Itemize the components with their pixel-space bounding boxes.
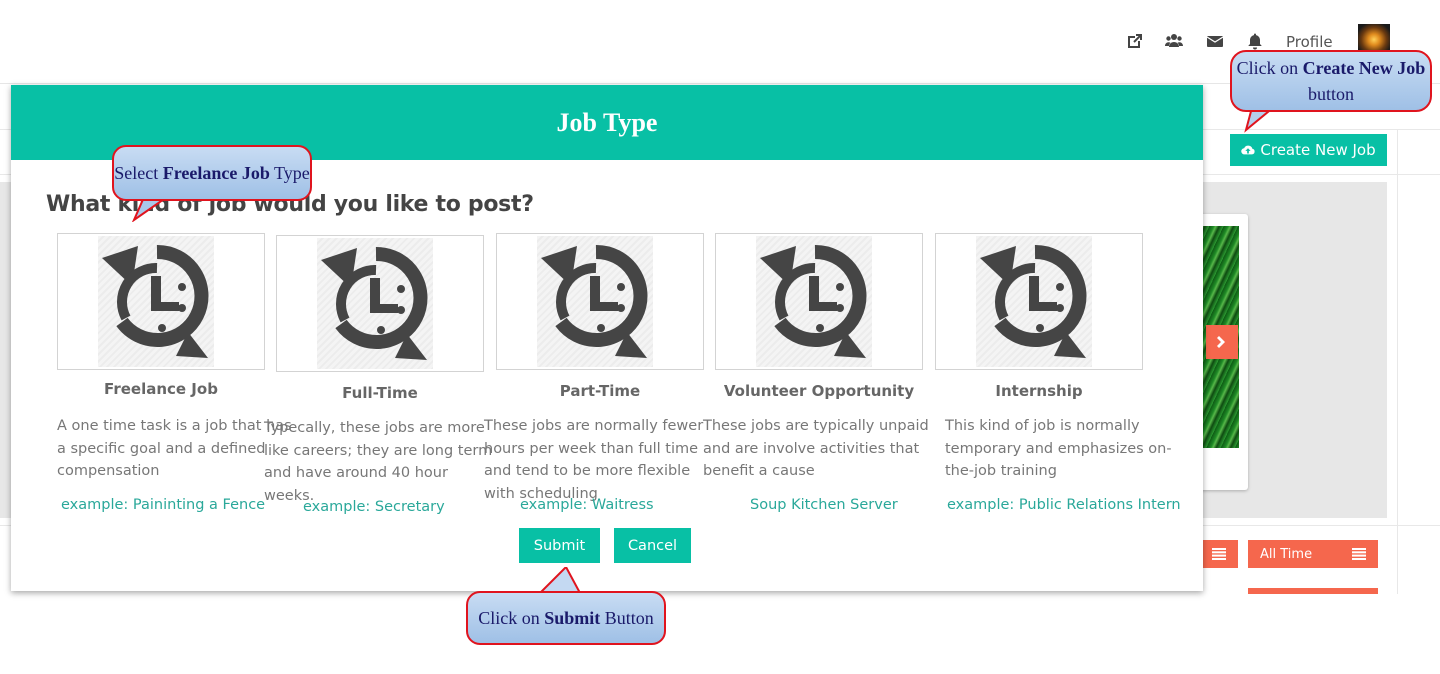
job-type-thumbnail[interactable] <box>496 233 704 370</box>
clock-refresh-icon <box>541 244 648 358</box>
job-type-title: Volunteer Opportunity <box>723 382 915 400</box>
create-new-job-button[interactable]: Create New Job <box>1230 134 1387 166</box>
carousel-next-button[interactable] <box>1206 325 1238 359</box>
filter-dropdown-partial[interactable] <box>1198 540 1238 568</box>
create-job-callout: Click on Create New Job button <box>1230 50 1432 112</box>
users-icon[interactable] <box>1165 32 1183 50</box>
job-type-title: Freelance Job <box>104 380 218 398</box>
cancel-button[interactable]: Cancel <box>614 528 691 563</box>
job-type-title: Internship <box>995 382 1083 400</box>
job-type-title: Full-Time <box>342 384 418 402</box>
job-type-example: example: Waitress <box>520 497 654 513</box>
create-new-job-label: Create New Job <box>1260 141 1376 159</box>
clock-refresh-icon <box>102 244 209 358</box>
list-icon <box>1212 548 1226 560</box>
job-type-thumbnail[interactable] <box>935 233 1143 370</box>
job-type-description: This kind of job is normally temporary a… <box>945 418 1172 479</box>
submit-button[interactable]: Submit <box>519 528 600 563</box>
chevron-right-icon <box>1217 336 1225 348</box>
avatar[interactable] <box>1358 24 1390 50</box>
filter-dropdown-partial[interactable] <box>1248 588 1378 594</box>
submit-callout: Click on Submit Button <box>466 591 666 645</box>
external-link-icon[interactable] <box>1126 32 1144 50</box>
job-type-title: Part-Time <box>559 382 641 400</box>
freelance-callout: Select Freelance Job Type <box>112 145 312 201</box>
clock-refresh-icon <box>760 244 867 358</box>
clock-refresh-icon <box>321 246 428 360</box>
profile-link[interactable]: Profile <box>1286 33 1333 51</box>
list-icon <box>1352 548 1366 560</box>
job-type-thumbnail[interactable] <box>57 233 265 370</box>
envelope-icon[interactable] <box>1206 32 1224 50</box>
time-filter-label: All Time <box>1260 546 1313 562</box>
job-type-example: example: Public Relations Intern <box>947 497 1181 513</box>
clock-refresh-icon <box>980 244 1087 358</box>
bell-icon[interactable] <box>1246 32 1264 50</box>
time-filter-dropdown[interactable]: All Time <box>1248 540 1378 568</box>
job-type-description: Typecally, these jobs are more like care… <box>264 420 493 504</box>
job-type-description: These jobs are typically unpaid and are … <box>703 418 929 479</box>
job-type-thumbnail[interactable] <box>276 235 484 372</box>
cloud-upload-icon <box>1241 145 1255 155</box>
job-type-description: These jobs are normally fewer hours per … <box>484 418 704 502</box>
top-navbar: Profile <box>0 0 1440 84</box>
job-type-description: A one time task is a job that has a spec… <box>57 418 292 479</box>
job-type-thumbnail[interactable] <box>715 233 923 370</box>
background-panel-left <box>0 182 11 518</box>
